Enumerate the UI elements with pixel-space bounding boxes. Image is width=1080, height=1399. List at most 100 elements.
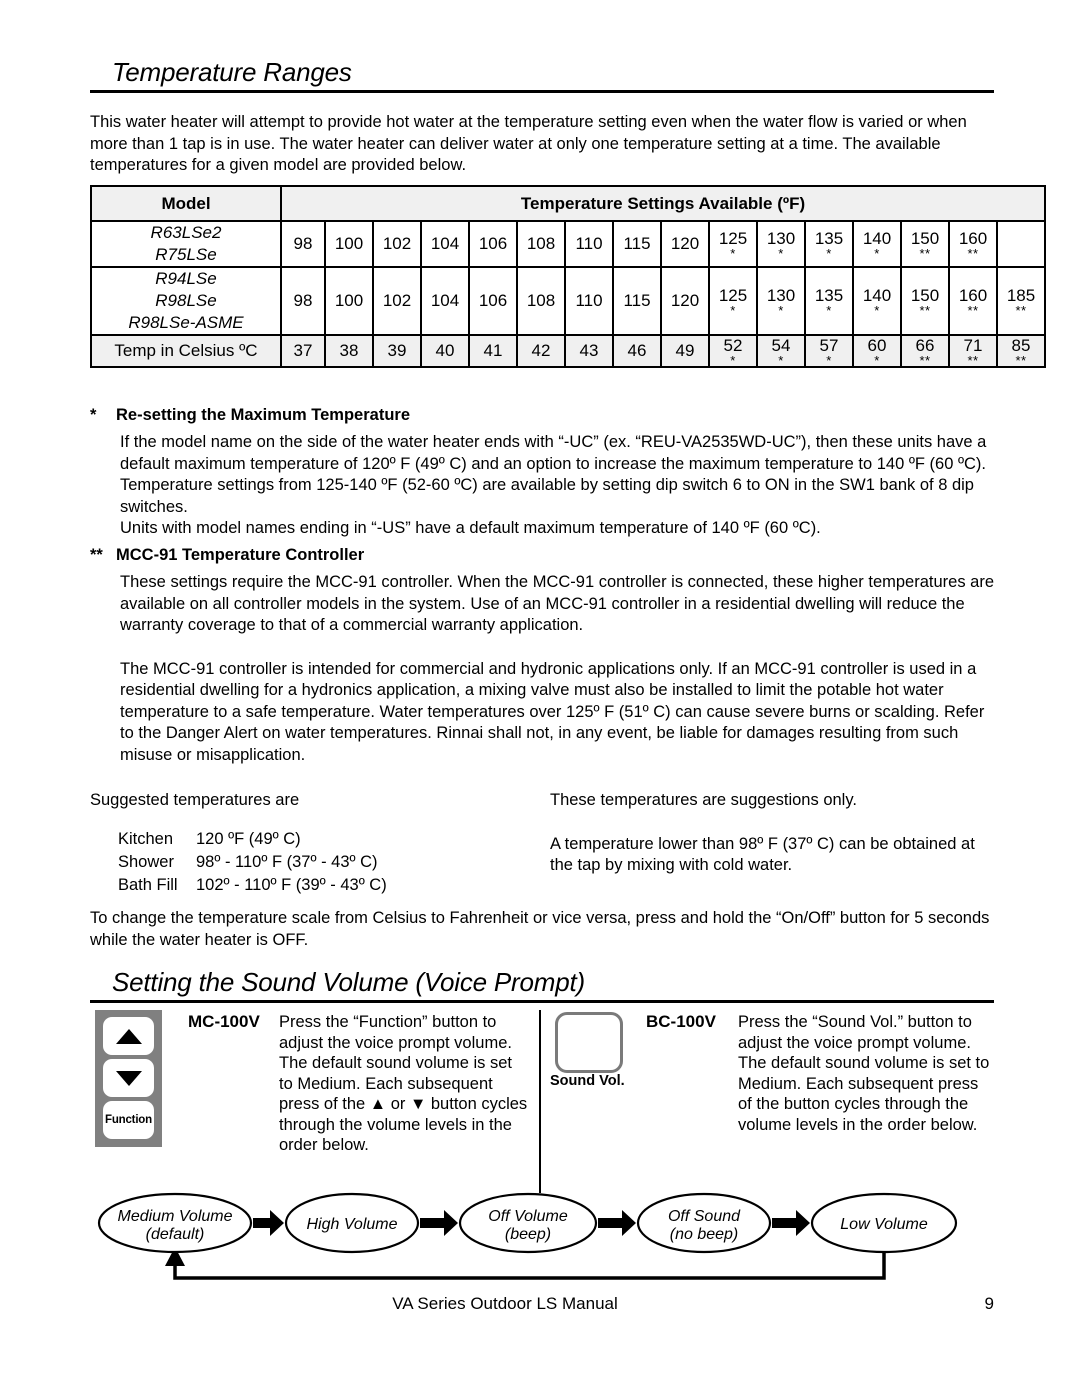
footnote-marker: * [826,246,832,261]
suggested-label: Shower [118,852,174,871]
page-title: Temperature Ranges [90,57,994,93]
suggested-note-1: These temperatures are suggestions only. [550,791,857,809]
flow-node: Low Volume [810,1192,958,1254]
footnote-marker: ** [1015,303,1027,318]
table-row: R63LSe2 R75LSe 98 100 102 104 106 108 110 115 120 1… [90,220,1047,268]
suggested-label: Bath Fill [118,875,178,894]
table-row: Temp in Celsius ºC 37 38 39 40 41 42 43 46 49 52 * 5… [90,334,1047,368]
temperature-cell: 110 [564,266,614,336]
temperature-cell: 66 ** [900,334,950,368]
note-star-p2: Units with model names ending in “-US” h… [120,519,821,537]
document-page: Temperature Ranges This water heater wil… [0,0,1080,1399]
temperature-cell: 42 [516,334,566,368]
temperature-cell: 108 [516,220,566,268]
footnote-marker: * [874,303,880,318]
footnote-marker: ** [967,303,979,318]
flow-diagram-svg: Medium Volume(default) High Volume Off Vol… [97,1192,958,1280]
flow-node: High Volume [284,1192,420,1254]
temperature-cell: 115 [612,220,662,268]
footnote-marker: * [826,303,832,318]
temperature-cell: 160 ** [948,266,998,336]
temperature-cell: 41 [468,334,518,368]
flow-node-label: Off Sound [668,1208,741,1225]
temperature-cell: 102 [372,220,422,268]
model-cell: Temp in Celsius ºC [90,334,282,368]
footnote-marker: * [730,303,736,318]
model-cell: R94LSe R98LSe R98LSe-ASME [90,266,282,336]
triangle-up-icon [115,1028,142,1044]
scale-change-note: To change the temperature scale from Cel… [90,908,994,951]
temperature-cell: 71 ** [948,334,998,368]
flow-arrow [253,1210,284,1236]
temperature-cell: 102 [372,266,422,336]
flow-node: Medium Volume(default) [97,1192,253,1254]
temperature-cell: 140 * [852,220,902,268]
temperature-cell: 150 ** [900,266,950,336]
function-button[interactable]: Function [103,1101,154,1139]
temperature-table-wrap: Model Temperature Settings Available (ºF… [90,185,1047,368]
temperature-cell: 98 [280,266,326,336]
bc-100v-label: BC-100V [646,1012,716,1031]
temperature-cell: 150 ** [900,220,950,268]
note-doublestar-p2: The MCC-91 controller is intended for co… [120,659,985,764]
temperature-cell: 120 [660,220,710,268]
footer-title: VA Series Outdoor LS Manual [392,1294,618,1313]
flow-node-label: Medium Volume [117,1208,232,1225]
temperature-cell: 185 ** [995,266,1047,336]
temperature-cell [995,220,1047,268]
temperature-cell: 130 * [756,220,806,268]
temperature-cell: 120 [660,266,710,336]
temperature-cell: 115 [612,266,662,336]
note-doublestar-p1: These settings require the MCC-91 contro… [120,573,995,634]
temperature-cell: 37 [280,334,326,368]
list-item: Kitchen 120 ºF (49º C) [118,828,530,851]
temperature-cell: 60 * [852,334,902,368]
up-arrow-button[interactable] [103,1017,154,1055]
temperature-cell: 106 [468,266,518,336]
panel-divider [539,1010,541,1193]
table-header-row: Model Temperature Settings Available (ºF… [90,185,1047,222]
note-resetting-max-temp: * Re-setting the Maximum Temperature If t… [90,405,994,540]
model-cell: R63LSe2 R75LSe [90,220,282,268]
mc-100v-label: MC-100V [188,1012,260,1031]
footnote-marker: * [778,303,784,318]
temperature-cell: 38 [324,334,374,368]
suggested-value: 120 ºF (49º C) [196,829,301,848]
suggested-left-column: Suggested temperatures are Kitchen 120 ºF… [90,790,530,897]
footnote-marker: ** [919,353,931,368]
temperature-cell: 104 [420,266,470,336]
down-arrow-button[interactable] [103,1059,154,1097]
list-item: Bath Fill 102º - 110º F (39º - 43º C) [118,874,530,897]
temperature-cell: 52 * [708,334,758,368]
controller-panels: Function MC-100V Press the “Function” bu… [90,1007,994,1202]
footnote-marker: ** [1015,353,1027,368]
footnote-marker: ** [967,246,979,261]
sound-vol-button[interactable] [555,1012,623,1073]
note-mcc91-controller: ** MCC-91 Temperature Controller These se… [90,545,994,766]
suggested-label: Kitchen [118,829,174,848]
temperature-settings-table: Model Temperature Settings Available (ºF… [90,185,1047,368]
temperature-cell: 100 [324,266,374,336]
suggested-title: Suggested temperatures are [90,791,300,809]
temperature-cell: 110 [564,220,614,268]
temperature-cell: 54 * [756,334,806,368]
suggested-list: Kitchen 120 ºF (49º C) Shower 98º - 110º F … [118,828,530,897]
temperature-cell: 125 * [708,266,758,336]
asterisk-marker: * [90,406,97,424]
temperature-cell: 106 [468,220,518,268]
note-star-title: Re-setting the Maximum Temperature [116,406,411,424]
footnote-marker: * [778,246,784,261]
sound-volume-section: Setting the Sound Volume (Voice Prompt) [90,967,994,1003]
section-title-sound-volume: Setting the Sound Volume (Voice Prompt) [90,967,994,1003]
temperature-ranges-section: Temperature Ranges [90,57,994,93]
table-body: R63LSe2 R75LSe 98 100 102 104 106 108 110 115 120 1… [90,220,1047,368]
temperature-cell: 160 ** [948,220,998,268]
temperature-cell: 85 ** [995,334,1047,368]
temperature-cell: 49 [660,334,710,368]
flow-node-label: Low Volume [840,1216,928,1233]
mc-100v-instructions: Press the “Function” button to adjust th… [279,1013,528,1154]
footnote-marker: * [874,353,880,368]
flow-node-label: Off Volume [488,1208,568,1225]
table-row: R94LSe R98LSe R98LSe-ASME 98 100 102 104 106 108… [90,266,1047,336]
volume-cycle-diagram: Medium Volume (default) High Volume Off Vol… [90,1192,994,1300]
